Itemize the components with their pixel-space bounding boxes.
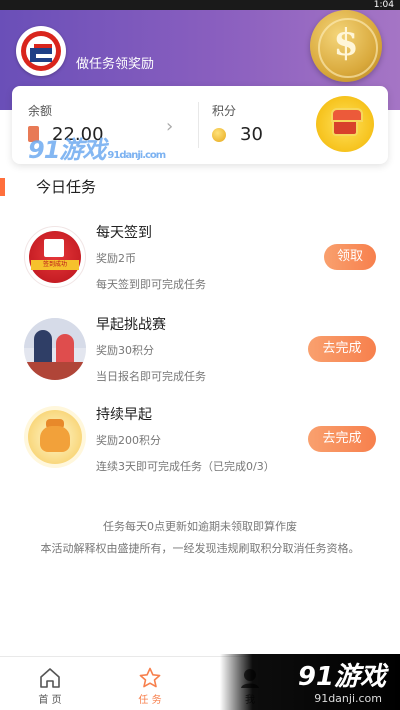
task-title: 每天签到 [96,225,152,241]
coin-decoration-icon: $ [310,10,382,82]
tab-home-label: 首 页 [38,695,62,706]
task-row: 签到成功 每天签到 奖励2币 每天签到即可完成任务 领取 [0,220,400,304]
go-complete-button[interactable]: 去完成 [308,426,376,452]
claim-button[interactable]: 领取 [324,244,376,270]
divider [198,102,199,148]
dollar-symbol: $ [333,22,359,64]
money-bag-icon [24,406,86,468]
chevron-right-icon[interactable]: › [166,116,173,137]
section-title: 今日任务 [36,178,97,196]
watermark-bottom: 91游戏 91danji.com [220,654,400,710]
status-bar: 1:04 [0,0,400,10]
watermark-text: 91游戏 [297,662,386,692]
balance-label: 余额 [28,104,53,118]
app-logo [16,26,66,76]
task-row: 持续早起 奖励200积分 连续3天即可完成任务（已完成0/3） 去完成 [0,402,400,486]
go-complete-button[interactable]: 去完成 [308,336,376,362]
watermark-url: 91danji.com [314,692,382,705]
footnote-line-1: 任务每天0点更新如逾期未领取即算作废 [103,520,297,533]
watermark-top: 91游戏 91danji.com [28,136,166,164]
task-row: 早起挑战赛 奖励30积分 当日报名即可完成任务 去完成 [0,312,400,396]
header-title: 做任务领奖励 [76,57,155,72]
points-value: 30 [240,124,263,145]
task-reward: 奖励2币 [96,252,136,265]
task-reward: 奖励200积分 [96,434,161,447]
task-title: 早起挑战赛 [96,317,166,333]
task-reward: 奖励30积分 [96,344,154,357]
points-label: 积分 [212,104,237,118]
checkin-badge-icon: 签到成功 [24,226,86,288]
star-icon [139,667,161,688]
section-title-accent [0,178,5,196]
home-icon [40,668,60,688]
task-description: 当日报名即可完成任务 [96,370,206,383]
footnote-line-2: 本活动解释权由盛捷所有，一经发现违规刷取积分取消任务资格。 [40,542,360,555]
tab-home[interactable]: 首 页 [0,657,100,710]
task-description: 每天签到即可完成任务 [96,278,206,291]
early-challenge-image [24,318,86,380]
tab-tasks[interactable]: 任 务 [100,657,200,710]
tab-tasks-label: 任 务 [138,695,162,706]
treasure-chest-icon [331,108,363,136]
treasure-chest-button[interactable] [316,96,374,152]
task-title: 持续早起 [96,407,152,423]
gold-coin-icon [212,128,226,142]
task-description: 连续3天即可完成任务（已完成0/3） [96,460,275,473]
